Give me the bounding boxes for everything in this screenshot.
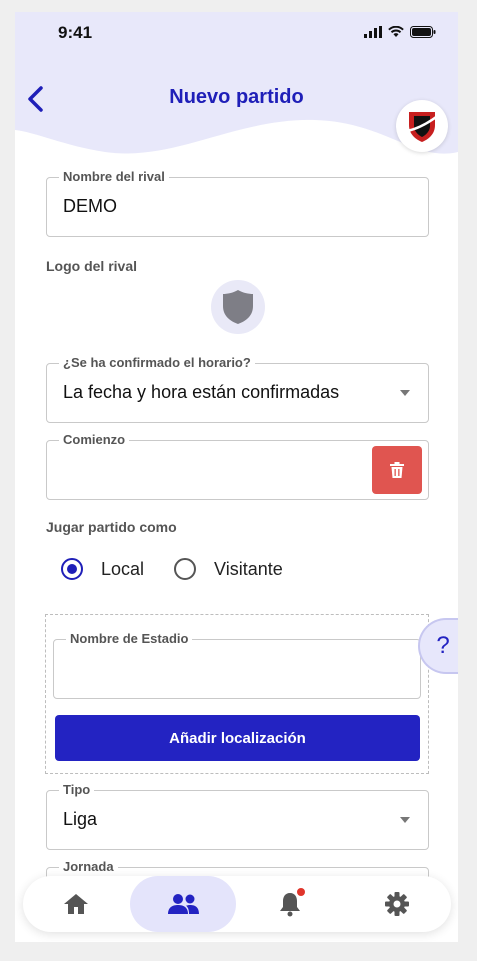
bottom-nav (23, 876, 451, 932)
gear-icon (385, 892, 409, 916)
trash-icon (390, 462, 404, 478)
schedule-confirmed-value: La fecha y hora están confirmadas (63, 382, 340, 402)
nav-notifications[interactable] (237, 876, 343, 932)
radio-local-label: Local (101, 558, 145, 579)
rival-name-value: DEMO (63, 196, 117, 216)
signal-icon (364, 26, 382, 38)
radio-visitante-label: Visitante (214, 558, 283, 579)
rival-name-label: Nombre del rival (59, 169, 169, 184)
battery-icon (410, 26, 436, 38)
schedule-confirmed-label: ¿Se ha confirmado el horario? (59, 355, 255, 370)
phone-screen: 9:41 Nuevo partido Nombre del rival DEMO… (15, 12, 458, 942)
page-title: Nuevo partido (169, 86, 304, 108)
dropdown-arrow-icon (400, 390, 410, 396)
status-bar: 9:41 (15, 12, 458, 52)
play-as-radio-group: Local Visitante (61, 558, 313, 580)
type-label: Tipo (59, 782, 95, 797)
team-icon (168, 894, 199, 914)
nav-team[interactable] (130, 876, 236, 932)
status-time: 9:41 (58, 23, 93, 42)
status-icons (364, 26, 436, 38)
play-as-label: Jugar partido como (46, 519, 177, 535)
rival-name-field[interactable]: Nombre del rival DEMO (46, 169, 429, 237)
wifi-icon (388, 26, 404, 37)
type-value: Liga (63, 809, 98, 829)
notification-dot (297, 888, 305, 896)
rival-logo-picker[interactable] (211, 280, 265, 334)
delete-start-button[interactable] (372, 446, 422, 494)
nav-settings[interactable] (344, 876, 450, 932)
dropdown-arrow-icon (400, 817, 410, 823)
add-location-button[interactable]: Añadir localización (55, 715, 420, 761)
radio-checked-icon (61, 558, 83, 580)
radio-local[interactable]: Local (61, 558, 144, 580)
radio-visitante[interactable]: Visitante (174, 558, 283, 580)
type-select[interactable]: Tipo Liga (46, 782, 429, 850)
club-logo[interactable] (396, 100, 448, 152)
club-shield-icon (406, 112, 440, 142)
matchday-label: Jornada (59, 859, 118, 874)
location-section: Nombre de Estadio Añadir localización (45, 614, 429, 774)
shield-icon (223, 290, 253, 324)
home-icon (64, 894, 88, 914)
radio-unchecked-icon (174, 558, 197, 580)
nav-home[interactable] (23, 876, 129, 932)
stadium-name-label: Nombre de Estadio (66, 631, 193, 646)
rival-logo-label: Logo del rival (46, 258, 138, 274)
schedule-confirmed-select[interactable]: ¿Se ha confirmado el horario? La fecha y… (46, 355, 429, 423)
start-label: Comienzo (59, 432, 130, 447)
stadium-name-field[interactable]: Nombre de Estadio (53, 631, 421, 699)
start-field[interactable]: Comienzo (46, 432, 429, 500)
